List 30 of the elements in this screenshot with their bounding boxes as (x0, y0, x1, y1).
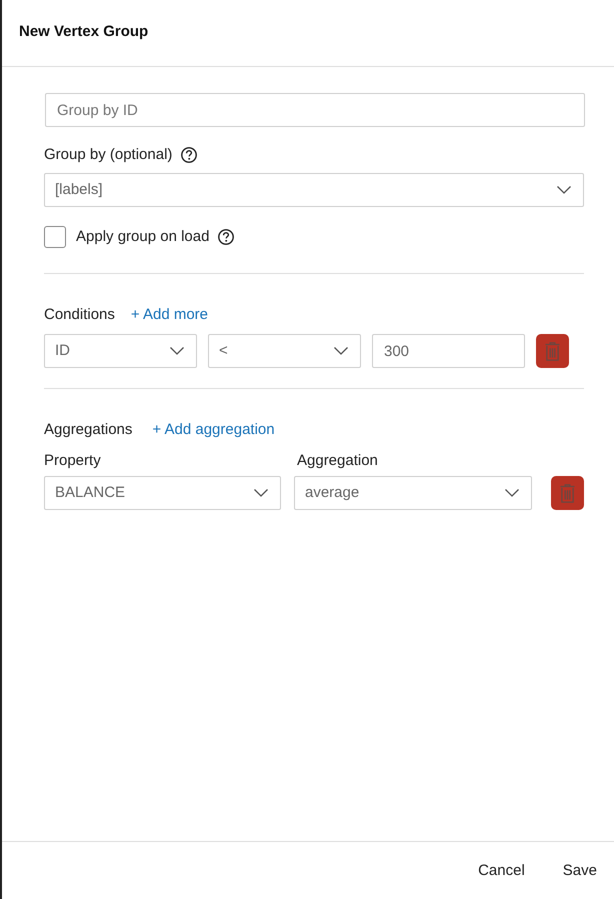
dropdown[interactable]: average (294, 476, 532, 510)
input-field[interactable]: 300 (372, 334, 525, 368)
field-label: Group by (optional) (44, 145, 172, 165)
chevron-icon (334, 347, 348, 355)
dropdown[interactable]: ID (44, 334, 197, 368)
help-icon[interactable] (218, 229, 234, 245)
help-icon[interactable] (181, 147, 198, 163)
checkbox-label: Apply group on load (76, 227, 210, 247)
section-title: Aggregations (44, 420, 132, 440)
column-label: Property (44, 451, 101, 471)
dropdown[interactable]: [labels] (44, 173, 584, 207)
chevron-icon (505, 489, 519, 497)
dialog-button[interactable]: Save (554, 854, 605, 888)
chevron-icon (170, 347, 184, 355)
chevron-icon (254, 489, 268, 497)
add-more-link[interactable]: + Add more (130, 304, 208, 326)
input-field[interactable]: Group by ID (45, 93, 585, 127)
section-title: Conditions (44, 305, 115, 325)
trash-icon (560, 484, 575, 502)
trash-icon (545, 342, 560, 360)
dialog-title: New Vertex Group (19, 22, 148, 42)
dropdown[interactable]: BALANCE (44, 476, 281, 510)
chevron-icon (557, 186, 571, 194)
checkbox[interactable] (44, 226, 66, 248)
dropdown[interactable]: < (208, 334, 361, 368)
delete-button[interactable] (536, 334, 569, 368)
dialog-button[interactable]: Cancel (470, 854, 533, 888)
add-aggregation-link[interactable]: + Add aggregation (152, 419, 275, 441)
column-label: Aggregation (297, 451, 378, 471)
delete-button[interactable] (551, 476, 584, 510)
